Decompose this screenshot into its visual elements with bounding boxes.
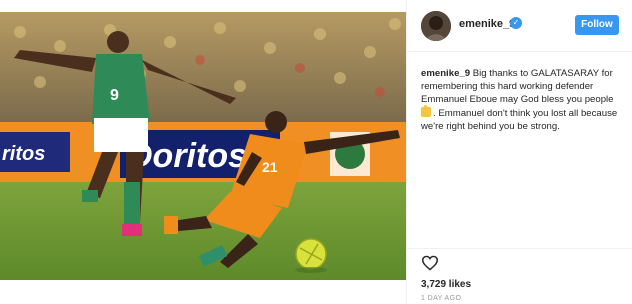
orange-player-number: 21	[262, 159, 278, 175]
post-photo[interactable]: ritos Doritos 9 21	[0, 12, 406, 280]
crowd-background	[0, 12, 406, 124]
post-timestamp: 1 DAY AGO	[421, 295, 462, 302]
post-header: emenike_9 ✓ Follow	[407, 0, 632, 52]
post-sidebar: emenike_9 ✓ Follow emenike_9 Big thanks …	[406, 0, 632, 304]
instagram-post: ritos Doritos 9 21 emenike_9 ✓ Follow em…	[0, 0, 632, 304]
heart-icon[interactable]	[421, 255, 439, 271]
green-player-number: 9	[110, 87, 119, 104]
caption-username[interactable]: emenike_9	[421, 68, 470, 79]
avatar[interactable]	[421, 11, 451, 41]
header-username[interactable]: emenike_9	[459, 18, 515, 30]
verified-badge-icon: ✓	[510, 17, 522, 29]
post-actions: 3,729 likes 1 DAY AGO	[407, 248, 632, 304]
post-caption: emenike_9 Big thanks to GALATASARAY for …	[421, 67, 625, 133]
soccer-match-photo: ritos Doritos 9 21	[0, 12, 406, 280]
likes-count[interactable]: 3,729 likes	[421, 279, 471, 290]
follow-button[interactable]: Follow	[575, 15, 619, 35]
caption-text-part2: . Emmanuel don't think you lost all beca…	[421, 107, 618, 132]
banner-text-left: ritos	[2, 143, 45, 165]
thumbs-up-icon	[421, 104, 431, 117]
